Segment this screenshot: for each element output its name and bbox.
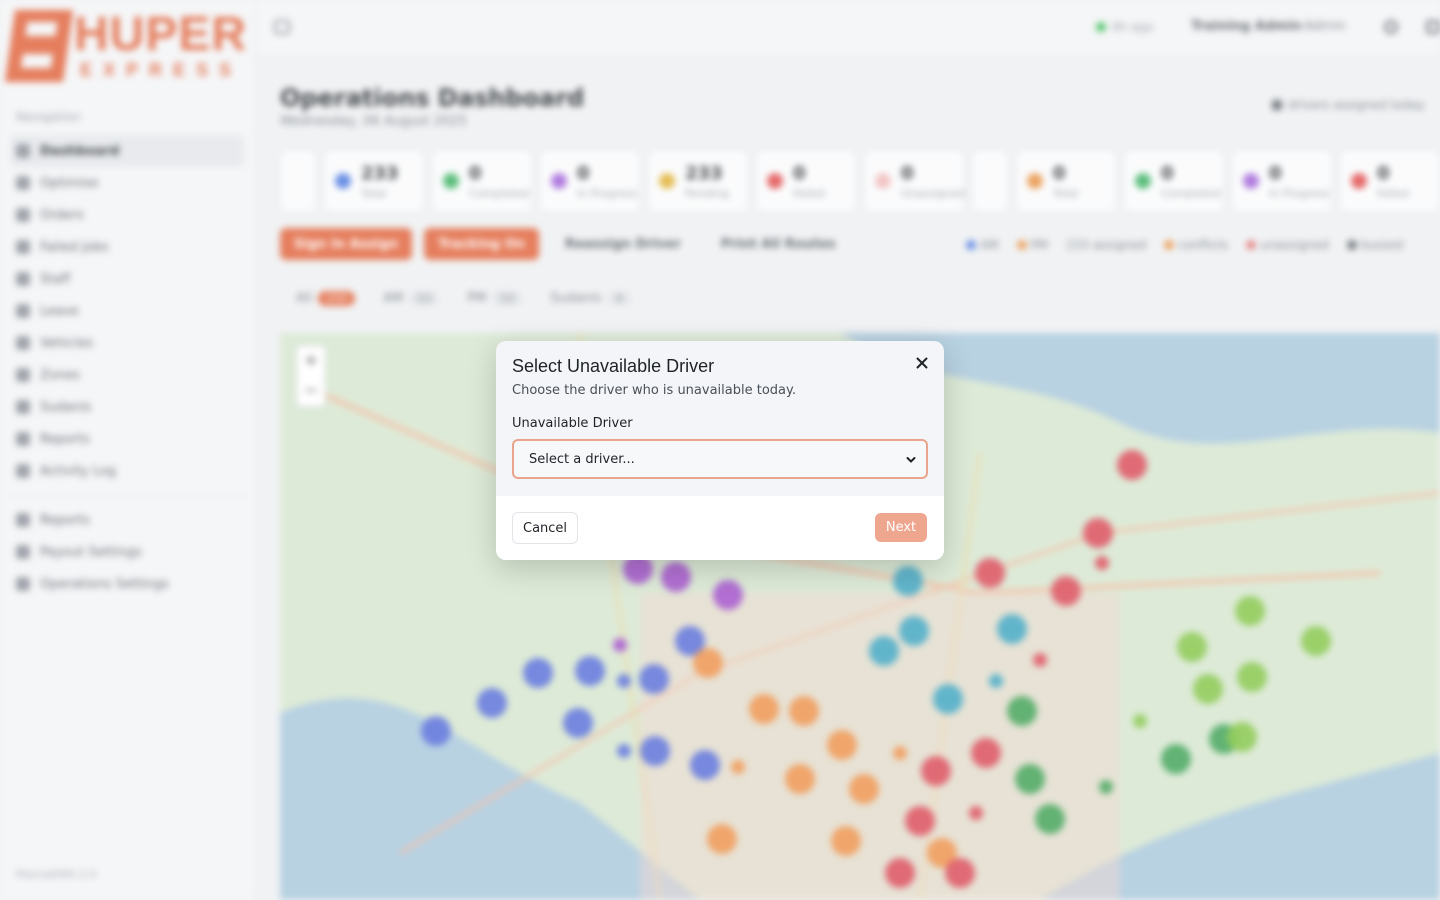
dialog-title: Select Unavailable Driver xyxy=(512,356,715,376)
close-icon xyxy=(916,357,928,369)
driver-select-value: Select a driver... xyxy=(529,451,635,467)
select-unavailable-driver-dialog: Select Unavailable Driver Choose the dri… xyxy=(496,341,944,560)
close-button[interactable] xyxy=(912,353,932,373)
next-button[interactable]: Next xyxy=(875,513,927,542)
unavailable-driver-label: Unavailable Driver xyxy=(512,416,633,431)
chevron-down-icon xyxy=(906,457,916,463)
dialog-footer: Cancel Next xyxy=(496,496,944,560)
cancel-button[interactable]: Cancel xyxy=(512,512,579,544)
dialog-subtitle: Choose the driver who is unavailable tod… xyxy=(512,383,796,398)
driver-select[interactable]: Select a driver... xyxy=(512,439,928,479)
